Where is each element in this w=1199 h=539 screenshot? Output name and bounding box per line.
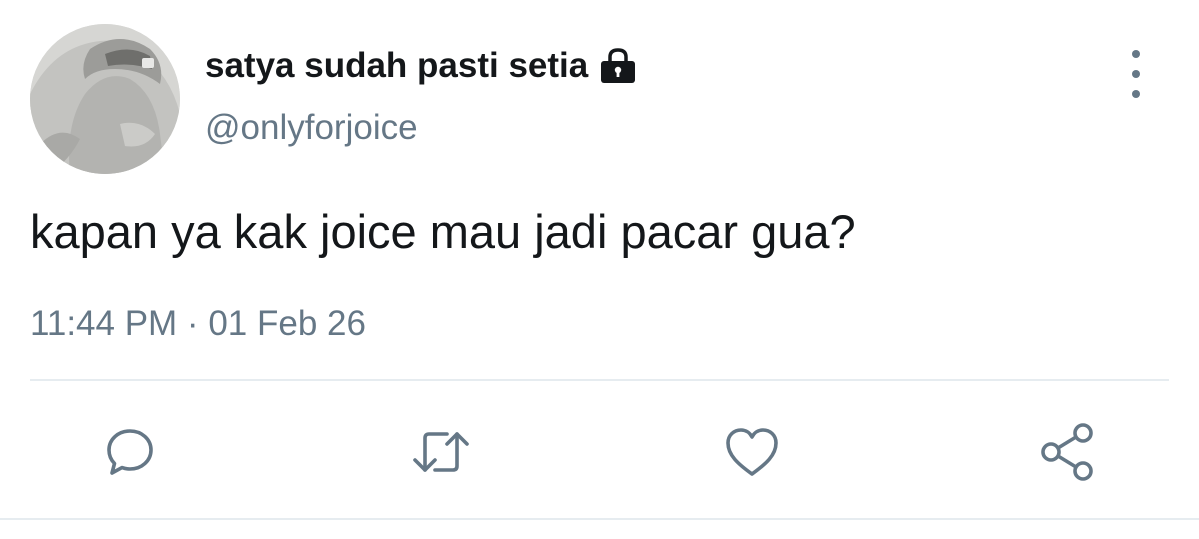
reply-button[interactable] xyxy=(98,420,162,484)
more-vertical-icon-dot xyxy=(1132,90,1140,98)
tweet-text: kapan ya kak joice mau jadi pacar gua? xyxy=(30,205,856,258)
like-button[interactable] xyxy=(720,420,784,484)
heart-icon xyxy=(726,428,778,476)
bottom-divider xyxy=(0,518,1199,520)
divider xyxy=(30,379,1169,381)
display-name-row: satya sudah pasti setia xyxy=(205,44,638,88)
user-handle[interactable]: @onlyforjoice xyxy=(205,108,418,148)
more-vertical-icon-dot xyxy=(1132,70,1140,78)
display-name[interactable]: satya sudah pasti setia xyxy=(205,46,588,86)
retweet-icon xyxy=(413,432,469,472)
more-vertical-icon-dot xyxy=(1132,50,1140,58)
avatar-image xyxy=(30,24,180,174)
share-icon xyxy=(1041,423,1093,481)
tweet-timestamp: 11:44 PM · 01 Feb 26 xyxy=(30,304,366,343)
retweet-button[interactable] xyxy=(409,420,473,484)
avatar[interactable] xyxy=(30,24,180,174)
more-options-button[interactable] xyxy=(1118,50,1154,98)
action-bar xyxy=(0,420,1199,484)
share-button[interactable] xyxy=(1036,420,1100,484)
reply-icon xyxy=(107,429,153,475)
lock-icon xyxy=(598,48,638,84)
